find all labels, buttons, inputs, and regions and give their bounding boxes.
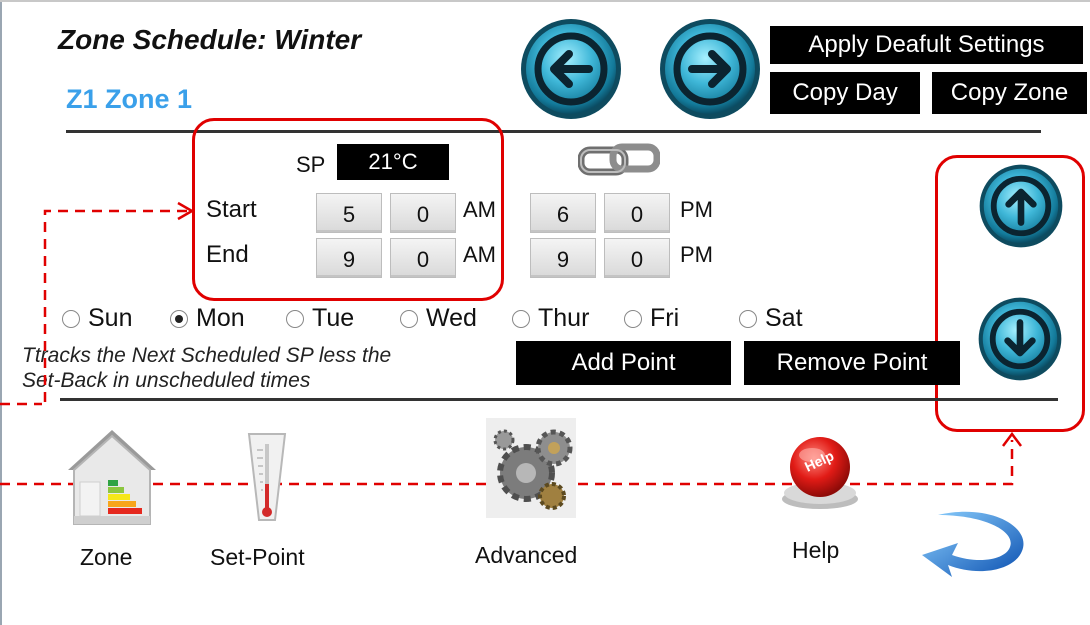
note-line-1: Ttracks the Next Scheduled SP less the [22,344,392,367]
up-arrow-icon [979,164,1063,248]
zone-nav-label: Zone [80,544,133,570]
radio-circle-selected[interactable] [170,309,188,328]
period2-end-hour[interactable]: 9 [530,238,596,278]
copy-zone-button[interactable]: Copy Zone [932,72,1087,114]
copy-day-button[interactable]: Copy Day [770,72,920,114]
advanced-nav-label: Advanced [475,542,578,568]
house-energy-icon [68,430,156,525]
period2-start-ampm[interactable]: PM [680,197,713,223]
day-radio-sat[interactable]: Sat [739,304,803,333]
remove-point-button[interactable]: Remove Point [744,341,960,385]
help-nav[interactable]: Help Help [768,425,878,575]
note-line-2: Set-Back in unscheduled times [22,369,311,392]
radio-circle[interactable] [62,309,80,328]
day-label: Sun [88,304,133,332]
period2-end-ampm[interactable]: PM [680,242,713,268]
previous-button[interactable] [519,17,623,121]
day-radio-wed[interactable]: Wed [400,304,477,333]
help-nav-label: Help [792,537,840,563]
period2-start-minute[interactable]: 0 [604,193,670,233]
radio-circle[interactable] [286,309,304,328]
down-button[interactable] [977,296,1063,382]
day-label: Sat [765,304,803,332]
day-radio-fri[interactable]: Fri [624,304,679,333]
period2-start-hour[interactable]: 6 [530,193,596,233]
chain-link-icon[interactable] [578,142,660,178]
radio-circle[interactable] [739,309,757,328]
period2-end-minute[interactable]: 0 [604,238,670,278]
radio-circle[interactable] [624,309,642,328]
gears-icon [486,418,576,518]
radio-circle[interactable] [400,309,418,328]
apply-default-settings-button[interactable]: Apply Deafult Settings [770,26,1083,64]
next-button[interactable] [658,17,762,121]
day-label: Mon [196,304,245,332]
add-point-button[interactable]: Add Point [516,341,731,385]
day-label: Wed [426,304,477,332]
advanced-nav[interactable]: Advanced [470,418,600,580]
day-label: Tue [312,304,355,332]
section-divider [60,398,1058,401]
back-swoosh-arrow-icon [922,511,1024,577]
window-left-edge [0,0,2,625]
setpoint-nav[interactable]: Set-Point [205,428,325,578]
setpoint-nav-label: Set-Point [210,544,305,570]
up-button[interactable] [978,163,1064,249]
down-arrow-icon [978,297,1062,381]
day-radio-sun[interactable]: Sun [62,304,132,333]
day-radio-tue[interactable]: Tue [286,304,354,333]
day-label: Thur [538,304,590,332]
window-top-edge [0,0,1090,2]
thermometer-icon [247,433,287,521]
day-label: Fri [650,304,680,332]
zone-label: Z1 Zone 1 [66,84,193,114]
right-arrow-icon [660,19,760,119]
day-radio-mon[interactable]: Mon [170,304,245,333]
radio-circle[interactable] [512,309,530,328]
highlight-period1-box [192,118,504,301]
schedule-note: Ttracks the Next Scheduled SP less the S… [22,343,492,393]
back-nav[interactable] [920,505,1032,581]
page-title: Zone Schedule: Winter [58,24,362,55]
left-arrow-icon [521,19,621,119]
day-radio-thur[interactable]: Thur [512,304,589,333]
help-button-icon [782,437,858,509]
zone-nav[interactable]: Zone [60,420,170,580]
